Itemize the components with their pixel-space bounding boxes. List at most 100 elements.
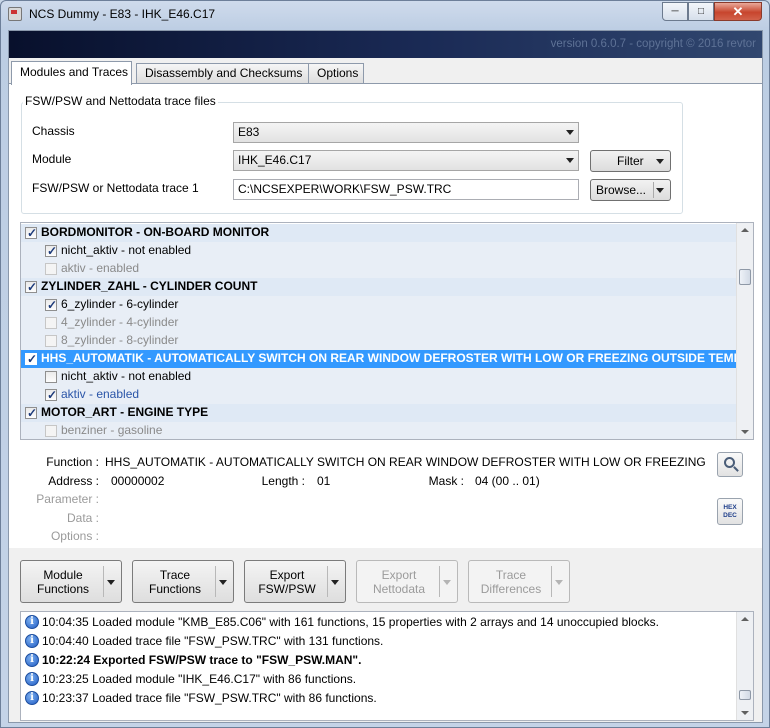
log-entry[interactable]: i 10:22:24 Exported FSW/PSW trace to "FSW…	[21, 651, 737, 670]
row-label: nicht_aktiv - not enabled	[61, 369, 192, 383]
scroll-down-icon[interactable]	[741, 430, 749, 434]
log-text: 10:22:24 Exported FSW/PSW trace to "FSW_…	[42, 651, 361, 669]
export-nettodata-button[interactable]: Export Nettodata	[356, 560, 458, 603]
chevron-down-icon	[566, 130, 574, 135]
tab-options[interactable]: Options	[308, 63, 364, 84]
log-time: 10:23:37	[42, 691, 89, 705]
option-row[interactable]: 8_zylinder - 8-cylinder	[21, 332, 737, 350]
row-label: aktiv - enabled	[61, 261, 140, 275]
button-line: Differences	[480, 582, 542, 596]
checkbox[interactable]	[45, 243, 57, 260]
log-message: Loaded module "IHK_E46.C17" with 86 func…	[92, 672, 357, 686]
option-row[interactable]: 4_zylinder - 4-cylinder	[21, 314, 737, 332]
module-select[interactable]: IHK_E46.C17	[233, 150, 579, 171]
checkbox[interactable]	[25, 279, 37, 296]
option-row[interactable]: nicht_aktiv - not enabled	[21, 242, 737, 260]
chevron-down-icon[interactable]	[555, 580, 563, 585]
button-line: Functions	[36, 582, 90, 596]
row-label: benziner - gasoline	[61, 423, 163, 437]
checkbox[interactable]	[45, 263, 57, 275]
log-entry[interactable]: i 10:23:25 Loaded module "IHK_E46.C17" wi…	[21, 670, 737, 689]
trace-path-input[interactable]: C:\NCSEXPER\WORK\FSW_PSW.TRC	[233, 179, 579, 200]
maximize-button[interactable]: □	[688, 2, 714, 21]
function-list-scrollbar[interactable]	[736, 223, 753, 439]
hex-dec-toggle[interactable]: HEX DEC	[717, 498, 743, 525]
chassis-select[interactable]: E83	[233, 122, 579, 143]
option-row[interactable]: benziner - gasoline	[21, 422, 737, 439]
row-label: ZYLINDER_ZAHL - CYLINDER COUNT	[41, 279, 258, 293]
log-scrollbar[interactable]	[736, 612, 753, 720]
close-button[interactable]: ✕	[714, 2, 762, 21]
scroll-down-icon[interactable]	[741, 711, 749, 715]
chevron-down-icon[interactable]	[443, 580, 451, 585]
checkbox[interactable]	[45, 387, 57, 404]
scroll-up-icon[interactable]	[741, 617, 749, 621]
scroll-up-icon[interactable]	[741, 228, 749, 232]
trace-functions-button[interactable]: Trace Functions	[132, 560, 234, 603]
function-list[interactable]: BORDMONITOR - ON-BOARD MONITOR nicht_akti…	[20, 222, 754, 440]
browse-button[interactable]: Browse...	[590, 179, 671, 201]
option-row[interactable]: aktiv - enabled	[21, 260, 737, 278]
address-value: 00000002	[111, 474, 165, 488]
split-divider	[653, 182, 654, 198]
option-row[interactable]: 6_zylinder - 6-cylinder	[21, 296, 737, 314]
log-message: Loaded trace file "FSW_PSW.TRC" with 131…	[92, 634, 384, 648]
filter-button[interactable]: Filter	[590, 150, 671, 172]
log-entry[interactable]: i 10:04:40 Loaded trace file "FSW_PSW.TRC…	[21, 632, 737, 651]
split-divider	[103, 566, 104, 597]
title-bar[interactable]: NCS Dummy - E83 - IHK_E46.C17 ─ □ ✕	[1, 1, 769, 29]
split-divider	[327, 566, 328, 597]
checkbox[interactable]	[45, 371, 57, 383]
trace-differences-button[interactable]: Trace Differences	[468, 560, 570, 603]
module-functions-button[interactable]: Module Functions	[20, 560, 122, 603]
tab-disassembly-and-checksums[interactable]: Disassembly and Checksums	[136, 63, 309, 84]
checkbox[interactable]	[45, 425, 57, 437]
checkbox[interactable]	[45, 335, 57, 347]
info-icon: i	[25, 691, 39, 705]
tab-modules-and-traces[interactable]: Modules and Traces	[11, 61, 132, 85]
button-line: Nettodata	[372, 582, 426, 596]
chevron-down-icon[interactable]	[656, 188, 664, 193]
row-label: 6_zylinder - 6-cylinder	[61, 297, 179, 311]
function-value: HHS_AUTOMATIK - AUTOMATICALLY SWITCH ON …	[105, 455, 709, 469]
group-title: FSW/PSW and Nettodata trace files	[23, 94, 218, 108]
tab-strip: Modules and Traces Disassembly and Check…	[9, 61, 762, 85]
row-label: nicht_aktiv - not enabled	[61, 243, 192, 257]
checkbox[interactable]	[45, 297, 57, 314]
log-text: 10:23:25 Loaded module "IHK_E46.C17" wit…	[42, 670, 356, 688]
tab-panel: FSW/PSW and Nettodata trace files Chassi…	[9, 83, 762, 548]
row-label: BORDMONITOR - ON-BOARD MONITOR	[41, 225, 270, 239]
log-time: 10:22:24	[42, 653, 91, 667]
scroll-thumb[interactable]	[739, 269, 751, 285]
log-list[interactable]: i 10:04:35 Loaded module "KMB_E85.C06" wi…	[20, 611, 754, 721]
chassis-label: Chassis	[32, 124, 75, 138]
trace-label: FSW/PSW or Nettodata trace 1	[32, 181, 199, 195]
chevron-down-icon[interactable]	[219, 580, 227, 585]
export-fsw-psw-button[interactable]: Export FSW/PSW	[244, 560, 346, 603]
checkbox[interactable]	[25, 351, 37, 368]
minimize-button[interactable]: ─	[662, 2, 688, 21]
app-icon	[8, 7, 22, 21]
function-row[interactable]: MOTOR_ART - ENGINE TYPE	[21, 404, 737, 422]
function-row[interactable]: ZYLINDER_ZAHL - CYLINDER COUNT	[21, 278, 737, 296]
info-icon: i	[25, 672, 39, 686]
log-entry[interactable]: i 10:04:35 Loaded module "KMB_E85.C06" wi…	[21, 613, 737, 632]
info-icon: i	[25, 615, 39, 629]
button-line: Functions	[148, 582, 202, 596]
function-label: Function :	[46, 455, 99, 469]
function-row[interactable]: HHS_AUTOMATIK - AUTOMATICALLY SWITCH ON …	[21, 350, 737, 368]
option-row[interactable]: nicht_aktiv - not enabled	[21, 368, 737, 386]
search-icon-handle	[733, 466, 739, 472]
log-entry[interactable]: i 10:23:37 Loaded trace file "FSW_PSW.TRC…	[21, 689, 737, 708]
chevron-down-icon[interactable]	[331, 580, 339, 585]
option-row[interactable]: aktiv - enabled	[21, 386, 737, 404]
search-button[interactable]	[717, 452, 743, 477]
window-title: NCS Dummy - E83 - IHK_E46.C17	[29, 7, 216, 21]
function-row[interactable]: BORDMONITOR - ON-BOARD MONITOR	[21, 224, 737, 242]
scroll-thumb[interactable]	[739, 690, 751, 700]
checkbox[interactable]	[25, 225, 37, 242]
checkbox[interactable]	[25, 405, 37, 422]
button-line: Export	[381, 568, 417, 582]
checkbox[interactable]	[45, 317, 57, 329]
chevron-down-icon[interactable]	[107, 580, 115, 585]
